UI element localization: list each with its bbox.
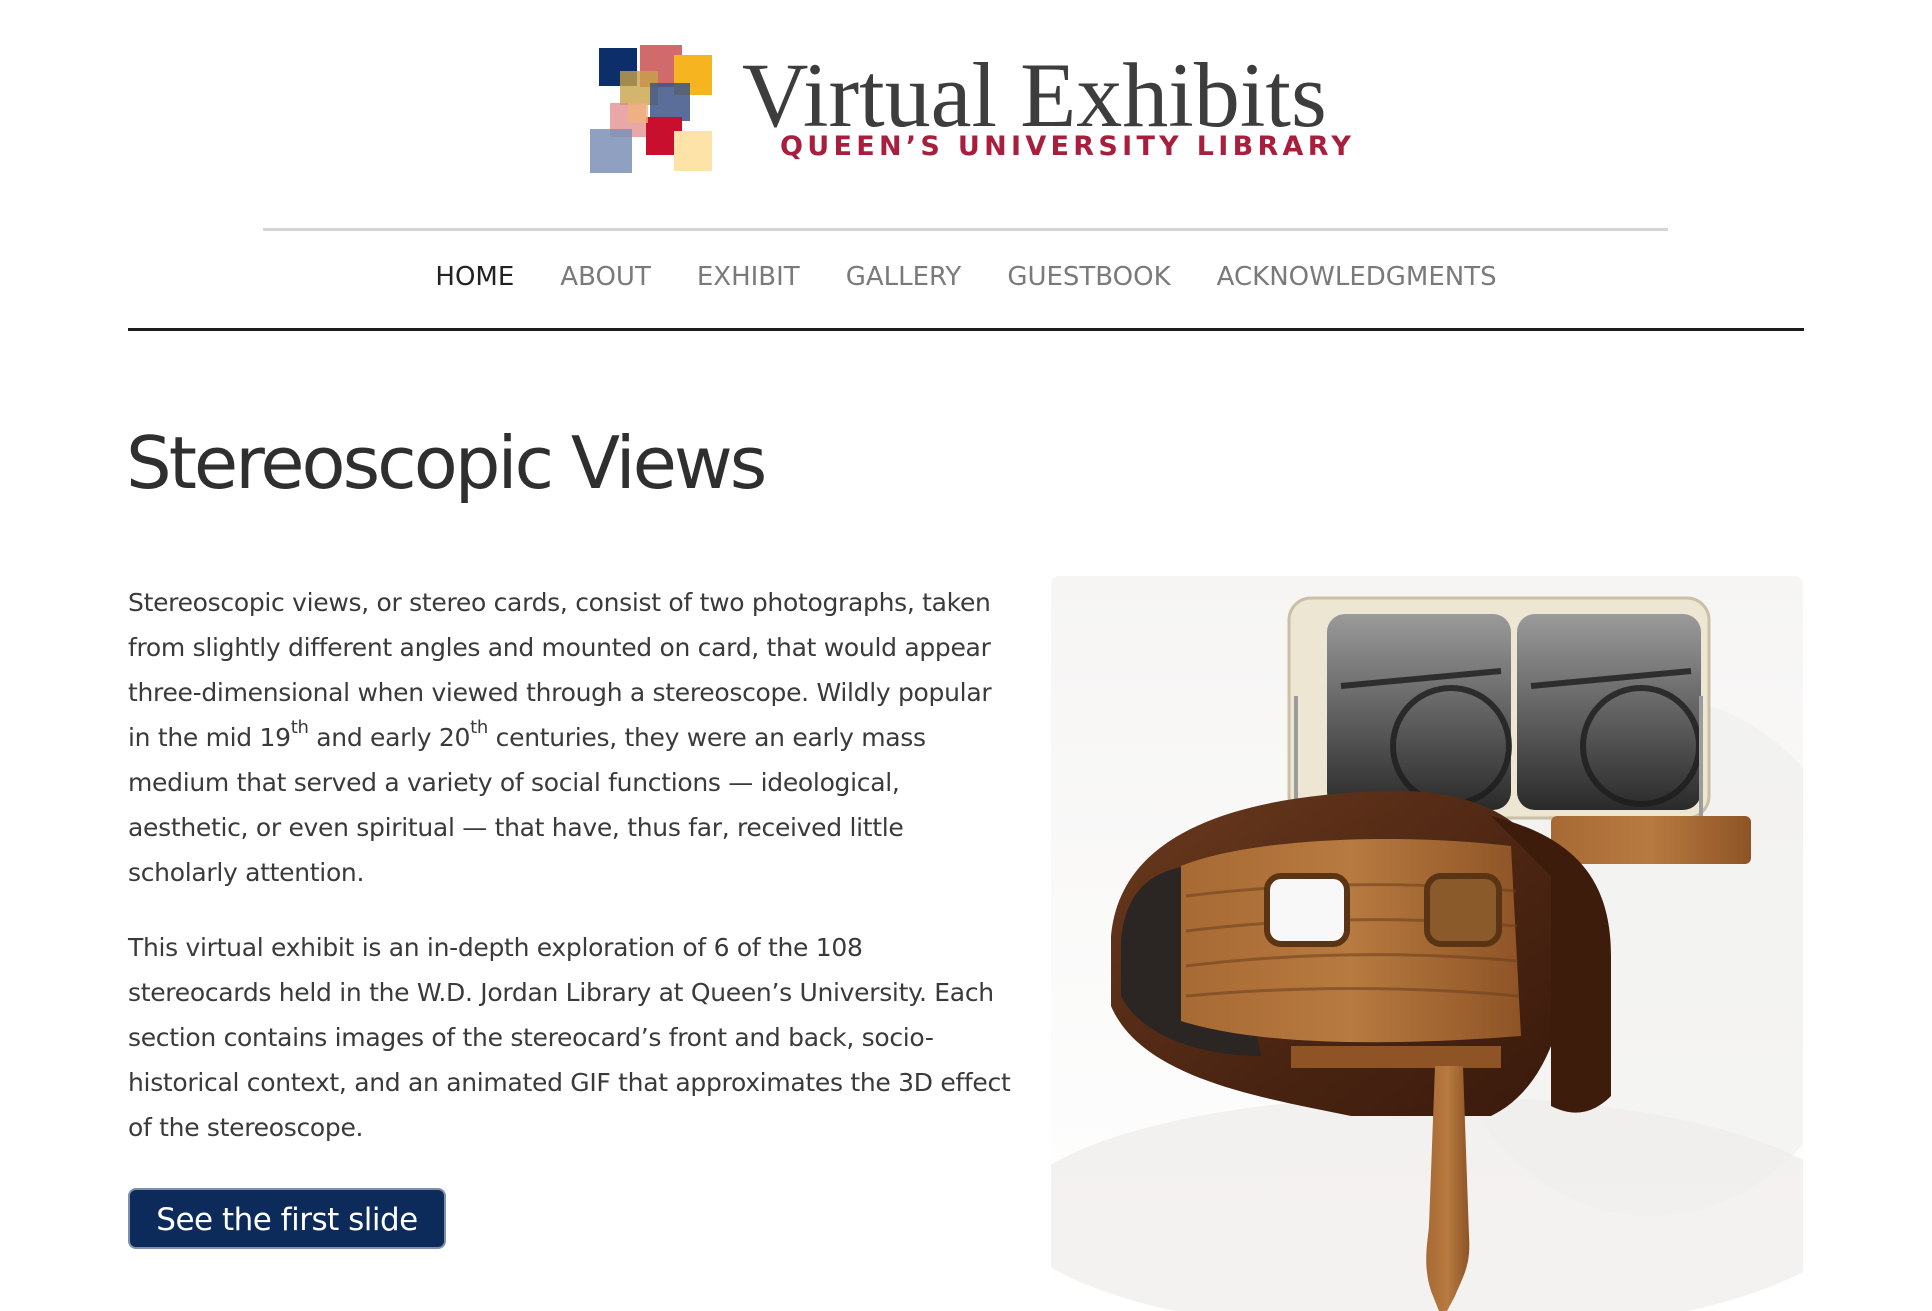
page-title: Stereoscopic Views bbox=[126, 421, 767, 505]
ordinal-suffix: th bbox=[470, 716, 489, 738]
logo-title: Virtual Exhibits bbox=[742, 44, 1327, 146]
site-logo-link[interactable]: Virtual Exhibits QUEEN’S UNIVERSITY LIBR… bbox=[590, 44, 1351, 180]
logo-subtitle: QUEEN’S UNIVERSITY LIBRARY bbox=[780, 131, 1356, 162]
main-navigation: HOME ABOUT EXHIBIT GALLERY GUESTBOOK ACK… bbox=[128, 231, 1804, 331]
paragraph-1-text-b: and early 20 bbox=[308, 723, 471, 752]
nav-item-about[interactable]: ABOUT bbox=[537, 257, 674, 297]
nav-item-guestbook[interactable]: GUESTBOOK bbox=[984, 257, 1193, 297]
intro-paragraph-1: Stereoscopic views, or stereo cards, con… bbox=[128, 580, 1013, 895]
see-first-slide-button[interactable]: See the first slide bbox=[128, 1188, 446, 1249]
nav-item-gallery[interactable]: GALLERY bbox=[823, 257, 985, 297]
stereoscope-image-icon bbox=[1051, 576, 1803, 1311]
stereoscope-photo bbox=[1051, 576, 1803, 1311]
site-header: Virtual Exhibits QUEEN’S UNIVERSITY LIBR… bbox=[0, 0, 1932, 231]
nav-item-exhibit[interactable]: EXHIBIT bbox=[674, 257, 823, 297]
intro-text: Stereoscopic views, or stereo cards, con… bbox=[128, 580, 1013, 1180]
ordinal-suffix: th bbox=[290, 716, 309, 738]
nav-list: HOME ABOUT EXHIBIT GALLERY GUESTBOOK ACK… bbox=[128, 257, 1804, 297]
logo-mark-icon bbox=[590, 45, 712, 173]
nav-item-home[interactable]: HOME bbox=[412, 257, 537, 297]
intro-paragraph-2: This virtual exhibit is an in-depth expl… bbox=[128, 933, 1011, 1142]
nav-item-acknowledgments[interactable]: ACKNOWLEDGMENTS bbox=[1194, 257, 1520, 297]
